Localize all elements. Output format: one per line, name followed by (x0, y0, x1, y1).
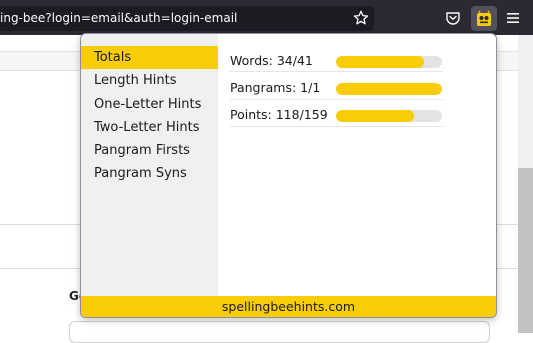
progress-bar-fill (336, 83, 442, 95)
stat-row-pangrams: Pangrams: 1/1 (230, 75, 443, 101)
nav-item-length-hints[interactable]: Length Hints (81, 69, 218, 92)
row-divider (230, 126, 443, 127)
progress-bar (336, 56, 442, 68)
nav-item-pangram-firsts[interactable]: Pangram Firsts (81, 139, 218, 162)
nav-item-pangram-syns[interactable]: Pangram Syns (81, 162, 218, 185)
bee-extension-icon (477, 10, 491, 26)
scrollbar-thumb[interactable] (518, 168, 533, 333)
nav-item-one-letter-hints[interactable]: One-Letter Hints (81, 93, 218, 116)
pocket-icon[interactable] (444, 9, 462, 27)
nav-item-totals[interactable]: Totals (81, 46, 218, 69)
star-icon[interactable] (352, 9, 370, 27)
stat-label: Pangrams: 1/1 (230, 80, 321, 95)
hamburger-menu-icon[interactable] (504, 9, 522, 27)
stat-label: Words: 34/41 (230, 53, 313, 68)
stat-row-points: Points: 118/159 (230, 102, 443, 128)
browser-toolbar: ing-bee?login=email&auth=login-email (0, 0, 533, 35)
row-divider (230, 71, 443, 72)
url-text[interactable]: ing-bee?login=email&auth=login-email (0, 11, 237, 25)
footer-link[interactable]: spellingbeehints.com (81, 296, 496, 317)
progress-bar (336, 110, 442, 122)
bee-extension-button[interactable] (471, 6, 497, 31)
page-content-box (69, 321, 490, 343)
row-divider (230, 99, 443, 100)
progress-bar-fill (336, 56, 424, 68)
progress-bar-fill (336, 110, 415, 122)
extension-popup: Totals Length Hints One-Letter Hints Two… (80, 33, 497, 318)
stat-label: Points: 118/159 (230, 107, 328, 122)
nav-item-two-letter-hints[interactable]: Two-Letter Hints (81, 116, 218, 139)
hints-nav: Totals Length Hints One-Letter Hints Two… (81, 34, 218, 296)
progress-bar (336, 83, 442, 95)
url-bar[interactable]: ing-bee?login=email&auth=login-email (0, 6, 374, 31)
